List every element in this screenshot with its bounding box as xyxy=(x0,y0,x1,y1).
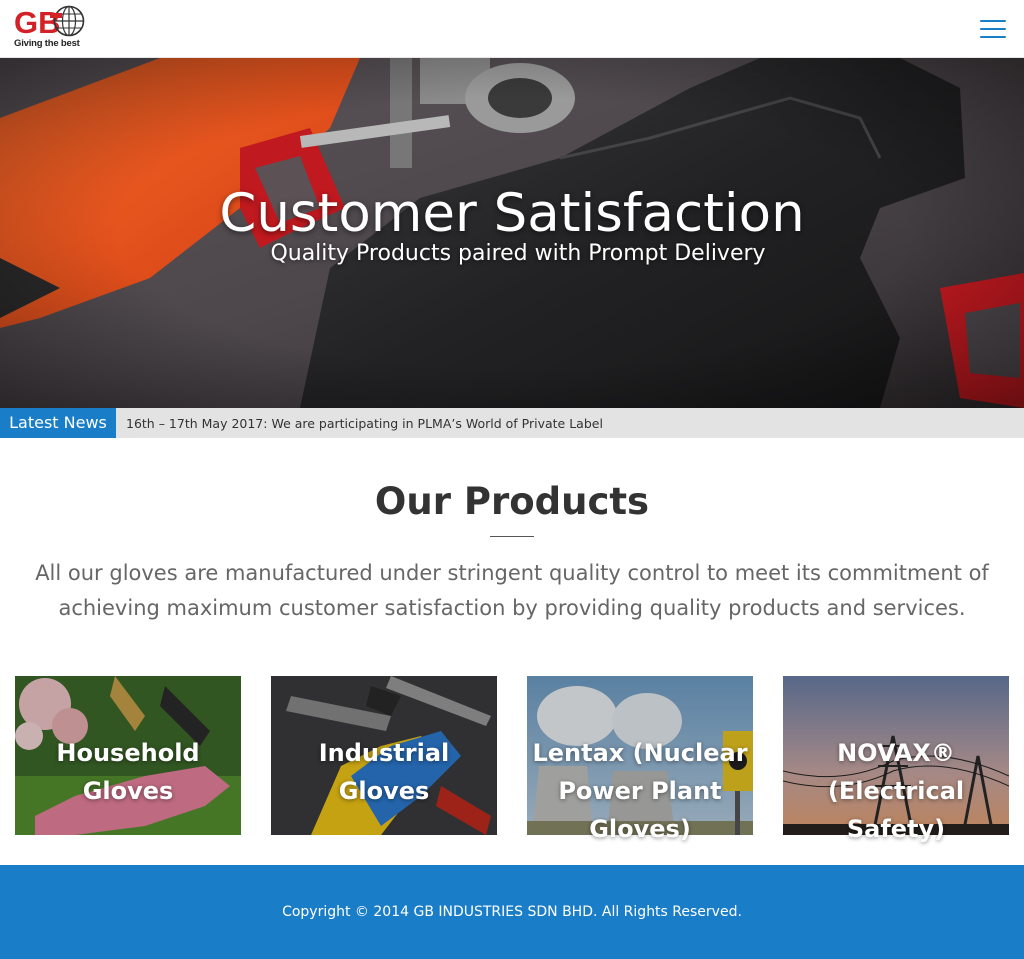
news-ticker: Latest News 16th – 17th May 2017: We are… xyxy=(0,408,1024,438)
product-card-label: Industrial Gloves xyxy=(318,739,450,805)
footer-copyright: Copyright © 2014 GB INDUSTRIES SDN BHD. … xyxy=(282,904,742,920)
site-logo[interactable]: GB Giving the best xyxy=(14,5,86,51)
hamburger-menu-icon[interactable] xyxy=(980,20,1006,44)
site-header: GB Giving the best xyxy=(0,0,1024,58)
hero-subtitle: Quality Products paired with Prompt Deli… xyxy=(270,241,766,266)
product-card-label: NOVAX® (Electrical Safety) xyxy=(827,739,965,843)
product-card-label: Household Gloves xyxy=(56,739,200,805)
section-description: All our gloves are manufactured under st… xyxy=(35,561,989,620)
news-headline-link[interactable]: 16th – 17th May 2017: We are participati… xyxy=(126,408,603,438)
news-label: Latest News xyxy=(0,408,116,438)
hero-title: Customer Satisfaction xyxy=(219,183,805,244)
product-card-novax[interactable]: NOVAX® (Electrical Safety) xyxy=(783,676,1009,843)
logo-mark-icon: GB xyxy=(14,5,85,39)
svg-text:GB: GB xyxy=(14,5,61,39)
product-card-household[interactable]: Household Gloves xyxy=(15,676,241,835)
section-divider xyxy=(490,536,534,537)
logo-tagline: Giving the best xyxy=(14,38,80,49)
site-footer: Copyright © 2014 GB INDUSTRIES SDN BHD. … xyxy=(0,865,1024,959)
hero-banner: Customer Satisfaction Quality Products p… xyxy=(0,58,1024,408)
product-card-industrial[interactable]: Industrial Gloves xyxy=(271,676,497,835)
section-title: Our Products xyxy=(374,480,650,523)
product-card-label: Lentax (Nuclear Power Plant Gloves) xyxy=(532,739,748,843)
product-card-lentax[interactable]: Lentax (Nuclear Power Plant Gloves) xyxy=(527,676,753,843)
